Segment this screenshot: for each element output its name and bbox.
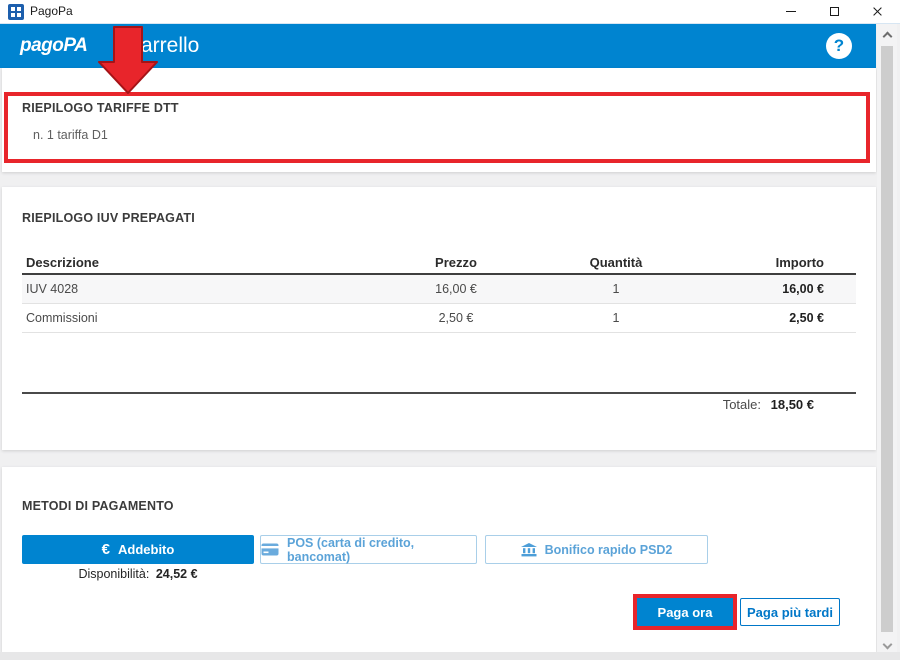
col-prezzo: Prezzo — [376, 255, 536, 270]
help-button[interactable]: ? — [826, 33, 852, 59]
chevron-down-icon — [883, 640, 893, 650]
cell-prezzo: 16,00 € — [376, 282, 536, 296]
iuv-card: RIEPILOGO IUV PREPAGATI Descrizione Prez… — [2, 187, 876, 450]
app-header: pagoPA - Carrello ? — [0, 24, 876, 68]
col-descrizione: Descrizione — [22, 255, 376, 270]
pagopa-logo: pagoPA — [20, 24, 87, 68]
cell-quantita: 1 — [536, 282, 696, 296]
credit-card-icon — [261, 543, 279, 556]
tariffe-heading: RIEPILOGO TARIFFE DTT — [22, 101, 179, 115]
cell-quantita: 1 — [536, 311, 696, 325]
bonifico-button[interactable]: Bonifico rapido PSD2 — [485, 535, 708, 564]
totale-label: Totale: — [723, 397, 761, 412]
scrollbar-thumb[interactable] — [881, 46, 893, 632]
bonifico-label: Bonifico rapido PSD2 — [545, 543, 673, 557]
app-icon — [8, 4, 24, 20]
close-button[interactable] — [860, 0, 894, 23]
maximize-icon — [830, 7, 839, 16]
col-importo: Importo — [696, 255, 856, 270]
window-bottom-edge — [0, 652, 900, 660]
table-row: IUV 4028 16,00 € 1 16,00 € — [22, 275, 856, 304]
availability-text: Disponibilità: 24,52 € — [22, 567, 254, 581]
chevron-up-icon — [883, 32, 893, 42]
cell-importo: 16,00 € — [696, 282, 856, 296]
table-row: Commissioni 2,50 € 1 2,50 € — [22, 304, 856, 333]
cell-descrizione: IUV 4028 — [22, 282, 376, 296]
pos-label: POS (carta di credito, bancomat) — [287, 536, 476, 564]
payment-card: METODI DI PAGAMENTO € Addebito POS (cart… — [2, 467, 876, 652]
scrollbar[interactable] — [877, 24, 897, 660]
cell-importo: 2,50 € — [696, 311, 856, 325]
pos-button[interactable]: POS (carta di credito, bancomat) — [260, 535, 477, 564]
page-title: - Carrello — [113, 24, 199, 68]
tariffe-card: RIEPILOGO TARIFFE DTT n. 1 tariffa D1 — [2, 68, 876, 172]
annotation-pay-now-box: Paga ora — [633, 594, 737, 630]
euro-icon: € — [102, 541, 110, 558]
totale-row: Totale: 18,50 € — [22, 397, 814, 412]
cell-prezzo: 2,50 € — [376, 311, 536, 325]
minimize-icon — [786, 11, 796, 12]
totale-value: 18,50 € — [771, 397, 814, 412]
cell-descrizione: Commissioni — [22, 311, 376, 325]
maximize-button[interactable] — [817, 0, 851, 23]
availability-value: 24,52 € — [156, 567, 198, 581]
scroll-up-button[interactable] — [882, 28, 898, 44]
iuv-table: Descrizione Prezzo Quantità Importo IUV … — [22, 251, 856, 333]
pay-now-button[interactable]: Paga ora — [637, 598, 733, 626]
iuv-table-header: Descrizione Prezzo Quantità Importo — [22, 251, 856, 275]
addebito-label: Addebito — [118, 542, 174, 557]
payment-heading: METODI DI PAGAMENTO — [22, 499, 174, 513]
col-quantita: Quantità — [536, 255, 696, 270]
window-title: PagoPa — [30, 0, 73, 23]
minimize-button[interactable] — [774, 0, 808, 23]
window-titlebar: PagoPa — [0, 0, 900, 24]
iuv-heading: RIEPILOGO IUV PREPAGATI — [22, 211, 195, 225]
bank-icon — [521, 543, 537, 557]
addebito-button[interactable]: € Addebito — [22, 535, 254, 564]
pay-later-button[interactable]: Paga più tardi — [740, 598, 840, 626]
close-icon — [872, 6, 883, 17]
tariffe-detail: n. 1 tariffa D1 — [33, 128, 108, 142]
totale-divider — [22, 392, 856, 394]
availability-label: Disponibilità: — [78, 567, 149, 581]
